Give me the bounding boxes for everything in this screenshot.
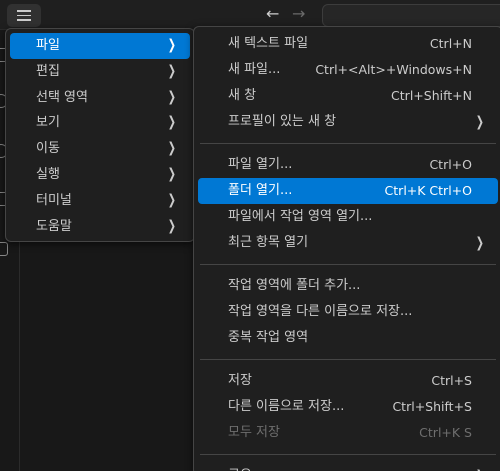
menu-separator — [200, 454, 496, 455]
menu-item-shortcut: Ctrl+Shift+S — [392, 399, 472, 414]
menu-item[interactable]: 실행 ❯ — [10, 162, 190, 188]
menu-item-label: 저장 — [228, 373, 252, 388]
application-menu: 파일 ❯ 편집 ❯ 선택 영역 ❯ 보기 ❯ 이동 ❯ 실행 ❯ 터미널 ❯ 도움말 ❯ — [5, 28, 195, 242]
menu-item[interactable]: 편집 ❯ — [10, 59, 190, 85]
menu-item[interactable]: 작업 영역에 폴더 추가... — [198, 273, 498, 299]
menu-item[interactable]: 선택 영역 ❯ — [10, 85, 190, 111]
menu-item-shortcut: Ctrl+N — [429, 36, 472, 51]
menu-item-label: 모두 저장 — [228, 425, 280, 440]
menu-item[interactable]: 공유 ❯ — [198, 463, 498, 471]
menu-item-label: 새 텍스트 파일 — [228, 36, 309, 51]
menu-item[interactable]: 폴더 열기... Ctrl+K Ctrl+O — [198, 178, 498, 204]
chevron-right-icon: ❯ — [168, 165, 177, 182]
menu-item-label: 실행 — [36, 166, 60, 182]
chevron-right-icon: ❯ — [476, 235, 485, 251]
file-submenu: 새 텍스트 파일 Ctrl+N 새 파일... Ctrl+<Alt>+Windows+… — [193, 26, 500, 471]
menu-item-label: 선택 영역 — [36, 89, 88, 105]
menu-item-label: 터미널 — [36, 192, 72, 208]
menu-item[interactable]: 새 텍스트 파일 Ctrl+N — [198, 31, 498, 57]
chevron-right-icon: ❯ — [168, 217, 177, 234]
back-arrow-icon[interactable]: ← — [266, 5, 279, 23]
menu-item-label: 도움말 — [36, 218, 72, 234]
menu-item-shortcut: Ctrl+K S — [419, 425, 472, 440]
menu-item-label: 중복 작업 영역 — [228, 330, 309, 345]
menu-separator — [200, 359, 496, 360]
menu-item-label: 폴더 열기... — [228, 183, 293, 198]
menu-item-shortcut: Ctrl+O — [429, 157, 472, 172]
menu-item[interactable]: 파일 ❯ — [10, 33, 190, 59]
chevron-right-icon: ❯ — [168, 191, 177, 208]
menu-item-label: 편집 — [36, 63, 60, 79]
chevron-right-icon: ❯ — [168, 88, 177, 105]
menu-item[interactable]: 작업 영역을 다른 이름으로 저장... — [198, 299, 498, 325]
menu-item-label: 보기 — [36, 115, 60, 131]
menu-item[interactable]: 저장 Ctrl+S — [198, 368, 498, 394]
chevron-right-icon: ❯ — [168, 62, 177, 79]
menu-item-label: 새 창 — [228, 88, 257, 103]
menu-item-label: 이동 — [36, 141, 60, 157]
menu-item-label: 프로필이 있는 새 창 — [228, 114, 337, 129]
extensions-icon[interactable] — [0, 242, 8, 256]
command-center-search[interactable] — [322, 4, 500, 27]
chevron-right-icon: ❯ — [168, 37, 177, 53]
menu-item[interactable]: 파일에서 작업 영역 열기... — [198, 204, 498, 230]
menu-item[interactable]: 보기 ❯ — [10, 110, 190, 136]
menu-separator — [200, 143, 496, 144]
menu-item-label: 공유 — [228, 463, 252, 471]
menu-item-label: 다른 이름으로 저장... — [228, 399, 345, 414]
hamburger-menu-icon[interactable] — [7, 4, 41, 27]
menu-item-label: 파일에서 작업 영역 열기... — [228, 209, 373, 224]
chevron-right-icon: ❯ — [168, 140, 177, 157]
menu-item-shortcut: Ctrl+K Ctrl+O — [384, 183, 472, 198]
menu-item[interactable]: 다른 이름으로 저장... Ctrl+Shift+S — [198, 394, 498, 420]
menu-item-label: 새 파일... — [228, 62, 281, 77]
menu-item-shortcut: Ctrl+<Alt>+Windows+N — [315, 62, 472, 77]
chevron-right-icon: ❯ — [168, 114, 177, 131]
chevron-right-icon: ❯ — [476, 463, 484, 471]
menu-item[interactable]: 터미널 ❯ — [10, 188, 190, 214]
menu-item[interactable]: 새 파일... Ctrl+<Alt>+Windows+N — [198, 57, 498, 83]
menu-item[interactable]: 이동 ❯ — [10, 136, 190, 162]
menu-item-label: 파일 — [36, 38, 60, 53]
menu-item-shortcut: Ctrl+Shift+N — [391, 88, 472, 103]
menu-item-label: 최근 항목 열기 — [228, 235, 309, 250]
menu-item-label: 작업 영역에 폴더 추가... — [228, 278, 361, 293]
menu-item[interactable]: 도움말 ❯ — [10, 214, 190, 240]
chevron-right-icon: ❯ — [476, 114, 485, 130]
menu-item: 모두 저장 Ctrl+K S — [198, 420, 498, 446]
forward-arrow-icon[interactable]: → — [292, 5, 305, 23]
menu-item-shortcut: Ctrl+S — [431, 373, 472, 388]
menu-item[interactable]: 파일 열기... Ctrl+O — [198, 152, 498, 178]
menu-item[interactable]: 프로필이 있는 새 창 ❯ — [198, 109, 498, 135]
menu-separator — [200, 264, 496, 265]
menu-item[interactable]: 최근 항목 열기 ❯ — [198, 230, 498, 256]
menu-item[interactable]: 중복 작업 영역 — [198, 325, 498, 351]
menu-item-label: 작업 영역을 다른 이름으로 저장... — [228, 304, 413, 319]
menu-item-label: 파일 열기... — [228, 157, 293, 172]
menu-item[interactable]: 새 창 Ctrl+Shift+N — [198, 83, 498, 109]
